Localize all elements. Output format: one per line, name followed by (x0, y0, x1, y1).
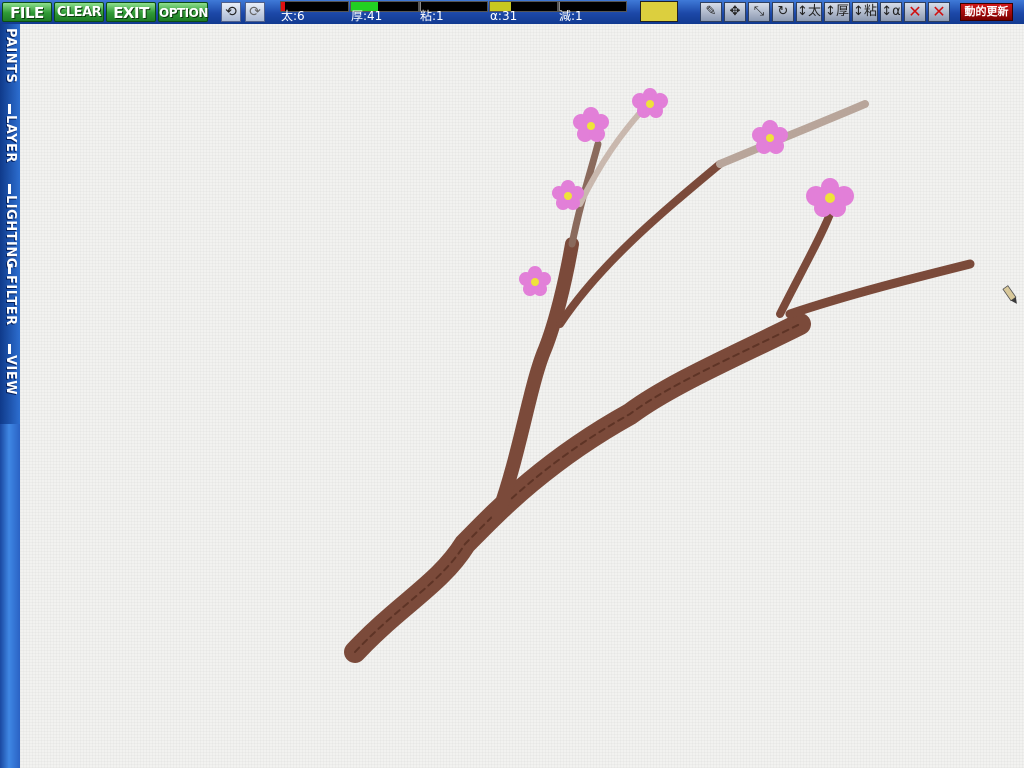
painting-canvas[interactable] (20, 24, 1024, 768)
thickness-slider-label: 厚:41 (351, 9, 383, 23)
tab-separator (8, 104, 11, 114)
move-icon[interactable]: ✥ (724, 2, 746, 22)
blossom (752, 120, 788, 154)
blossom (573, 107, 609, 142)
rotate-icon[interactable]: ↻ (772, 2, 794, 22)
option-button[interactable]: OPTION (158, 2, 208, 22)
size-slider-label: 太:6 (281, 9, 305, 23)
close-icon[interactable]: ✕ (904, 2, 926, 22)
branch-strokes (344, 100, 975, 663)
right-twig (785, 259, 975, 319)
brush-cursor-icon (1002, 285, 1017, 304)
alpha-slider-label: α:31 (490, 9, 518, 23)
dynamic-refresh-button[interactable]: 動的更新 (960, 3, 1013, 21)
blossom (806, 178, 854, 217)
tab-lighting[interactable]: LIGHTING (2, 195, 18, 269)
file-menu-button[interactable]: FILE (2, 2, 52, 22)
tab-filter[interactable]: FILTER (2, 275, 18, 326)
cancel-icon[interactable]: ✕ (928, 2, 950, 22)
alpha-adjust-button[interactable]: ↕α (880, 2, 902, 22)
left-panel: PAINTS LAYER LIGHTING FILTER VIEW (0, 24, 20, 768)
tab-view[interactable]: VIEW (2, 355, 18, 395)
tab-separator (8, 344, 11, 354)
clear-button[interactable]: CLEAR (54, 2, 104, 22)
tab-layer[interactable]: LAYER (2, 115, 18, 163)
brush-icon[interactable]: ✎ (700, 2, 722, 22)
undo-icon[interactable]: ⟲ (221, 2, 241, 22)
blossom (552, 180, 584, 210)
cherry-branch-painting (344, 88, 1017, 663)
side-tabs: PAINTS LAYER LIGHTING FILTER VIEW (0, 24, 20, 424)
size-adjust-button[interactable]: ↕太 (796, 2, 822, 22)
main-branch (344, 313, 811, 663)
stickiness-slider-label: 粘:1 (420, 9, 444, 23)
reduce-slider-label: 減:1 (559, 9, 583, 23)
stickiness-adjust-button[interactable]: ↕粘 (852, 2, 878, 22)
exit-button[interactable]: EXIT (106, 2, 156, 22)
tab-separator (8, 264, 11, 274)
current-color-swatch[interactable] (640, 1, 678, 22)
redo-icon[interactable]: ⟳ (245, 2, 265, 22)
faded-twig (716, 100, 869, 168)
resize-icon[interactable]: ⤡ (748, 2, 770, 22)
tab-paints[interactable]: PAINTS (2, 28, 18, 83)
blossom (519, 266, 551, 296)
thickness-adjust-button[interactable]: ↕厚 (824, 2, 850, 22)
top-toolbar: FILE CLEAR EXIT OPTION ⟲ ⟳ 太:6 厚:41 粘:1 … (0, 0, 1024, 25)
tab-separator (8, 184, 11, 194)
